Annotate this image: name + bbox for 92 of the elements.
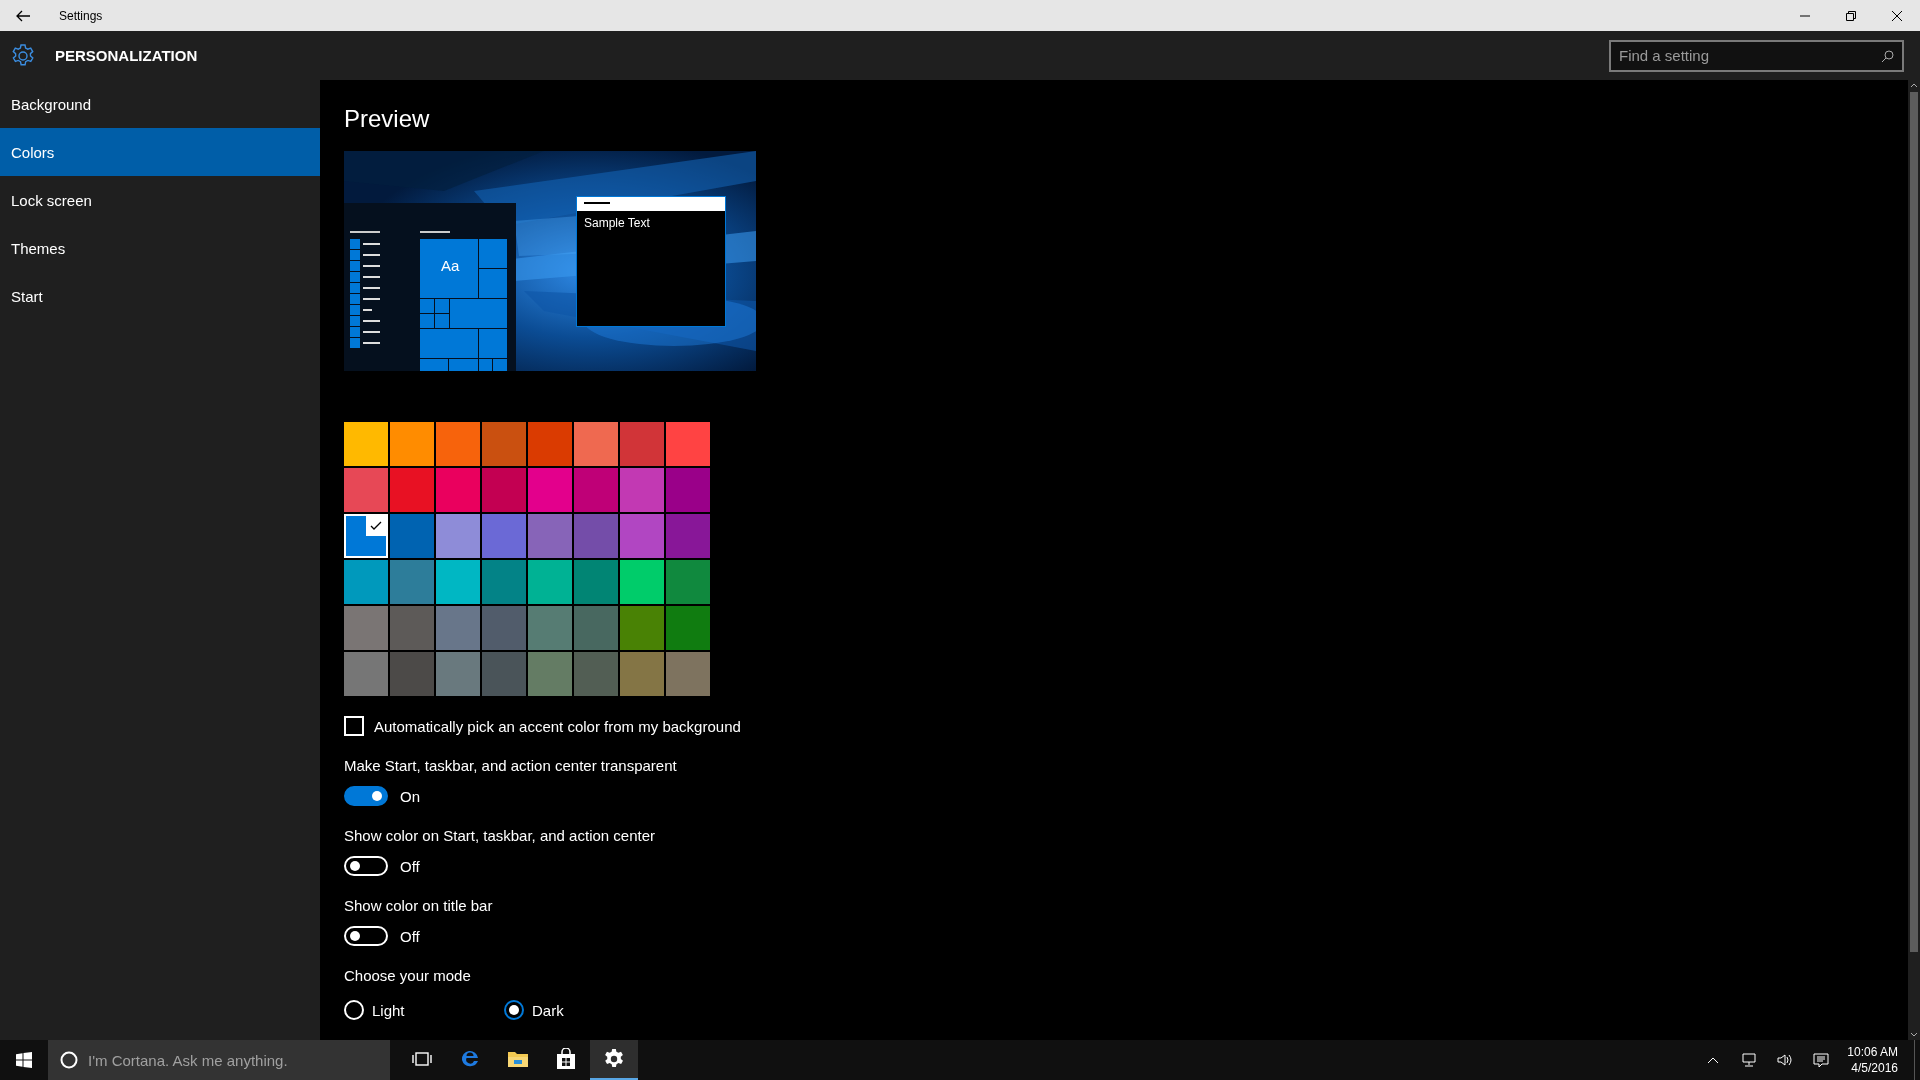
color-swatch[interactable] (482, 468, 526, 512)
setting-label: Choose your mode (344, 966, 471, 986)
color-swatch[interactable] (344, 652, 388, 696)
color-swatch[interactable] (528, 468, 572, 512)
color-swatch[interactable] (390, 468, 434, 512)
close-icon (1892, 10, 1902, 21)
color-swatch[interactable] (482, 422, 526, 466)
section-heading: Preview (344, 104, 431, 134)
clock-time: 10:06 AM (1847, 1044, 1898, 1060)
checkbox[interactable] (344, 716, 364, 736)
folder-icon (507, 1049, 529, 1069)
color-swatch[interactable] (528, 560, 572, 604)
color-swatch[interactable] (620, 514, 664, 558)
search-field[interactable]: Find a setting (1609, 39, 1904, 72)
color-swatch[interactable] (390, 514, 434, 558)
color-swatch[interactable] (390, 652, 434, 696)
color-swatch[interactable] (528, 606, 572, 650)
color-swatch[interactable] (620, 606, 664, 650)
scrollbar[interactable] (1908, 80, 1920, 1040)
color-swatch[interactable] (390, 560, 434, 604)
color-swatch[interactable] (574, 468, 618, 512)
color-swatch[interactable] (436, 606, 480, 650)
color-swatch[interactable] (436, 652, 480, 696)
taskbar-button[interactable] (590, 1040, 638, 1080)
setting-label: Show color on title bar (344, 896, 493, 916)
sidebar-item[interactable]: Lock screen (0, 176, 320, 224)
radio-button[interactable]: Light (344, 1000, 504, 1020)
color-swatch[interactable] (436, 514, 480, 558)
search-field[interactable]: I'm Cortana. Ask me anything. (48, 1040, 390, 1080)
sidebar-item[interactable]: Start (0, 272, 320, 320)
window-title: Settings (59, 8, 104, 23)
color-swatch[interactable] (344, 514, 388, 558)
color-swatch[interactable] (436, 468, 480, 512)
color-swatch[interactable] (574, 514, 618, 558)
color-swatch[interactable] (528, 514, 572, 558)
color-swatch[interactable] (436, 560, 480, 604)
color-swatch[interactable] (666, 422, 710, 466)
shopping-bag-icon (556, 1048, 576, 1070)
clock-date: 4/5/2016 (1851, 1060, 1898, 1076)
color-swatch[interactable] (344, 560, 388, 604)
color-swatch[interactable] (436, 422, 480, 466)
color-swatch[interactable] (482, 560, 526, 604)
restore-icon (1846, 10, 1856, 21)
toggle-switch[interactable] (344, 786, 388, 806)
color-swatch[interactable] (482, 514, 526, 558)
settings-icon (603, 1048, 625, 1070)
setting-label: Show color on Start, taskbar, and action center (344, 826, 655, 846)
color-swatch[interactable] (344, 468, 388, 512)
settings-icon (11, 43, 35, 68)
color-swatch[interactable] (574, 560, 618, 604)
clock[interactable]: 10:06 AM 4/5/2016 (1843, 1044, 1902, 1076)
sidebar-item[interactable]: Themes (0, 224, 320, 272)
search-icon (1881, 49, 1894, 63)
scroll-up-icon[interactable] (1910, 82, 1918, 88)
color-swatch[interactable] (666, 652, 710, 696)
checkbox-label: Automatically pick an accent color from my background (374, 717, 741, 735)
task-view-icon (412, 1051, 432, 1067)
color-swatch[interactable] (620, 652, 664, 696)
sidebar-item[interactable]: Colors (0, 128, 320, 176)
toggle-state: On (400, 787, 420, 805)
color-swatch[interactable] (666, 514, 710, 558)
color-swatch[interactable] (574, 606, 618, 650)
color-swatch[interactable] (666, 560, 710, 604)
color-swatch[interactable] (574, 422, 618, 466)
color-swatch[interactable] (620, 422, 664, 466)
page-title: PERSONALIZATION (55, 47, 199, 64)
color-swatch[interactable] (390, 606, 434, 650)
toggle-state: Off (400, 857, 420, 875)
tile-label: Aa (441, 257, 460, 274)
windows-logo (16, 1052, 32, 1068)
color-swatch[interactable] (344, 606, 388, 650)
radio-button[interactable]: Dark (504, 1000, 664, 1020)
color-swatch[interactable] (666, 606, 710, 650)
scroll-down-icon[interactable] (1910, 1032, 1918, 1038)
circle-icon (60, 1051, 78, 1069)
sidebar-item[interactable]: Background (0, 80, 320, 128)
sample-text: Sample Text (584, 216, 650, 230)
scrollbar-thumb[interactable] (1910, 92, 1918, 952)
color-swatch[interactable] (528, 422, 572, 466)
color-swatch[interactable] (390, 422, 434, 466)
color-swatch[interactable] (620, 560, 664, 604)
color-swatch[interactable] (620, 468, 664, 512)
toggle-state: Off (400, 927, 420, 945)
color-swatch[interactable] (344, 422, 388, 466)
setting-label: Make Start, taskbar, and action center transparent (344, 756, 677, 776)
color-swatch[interactable] (528, 652, 572, 696)
back-arrow-icon (16, 9, 30, 22)
color-swatch[interactable] (482, 652, 526, 696)
color-swatch[interactable] (574, 652, 618, 696)
color-swatch[interactable] (666, 468, 710, 512)
color-swatch[interactable] (482, 606, 526, 650)
check-icon (366, 516, 386, 536)
